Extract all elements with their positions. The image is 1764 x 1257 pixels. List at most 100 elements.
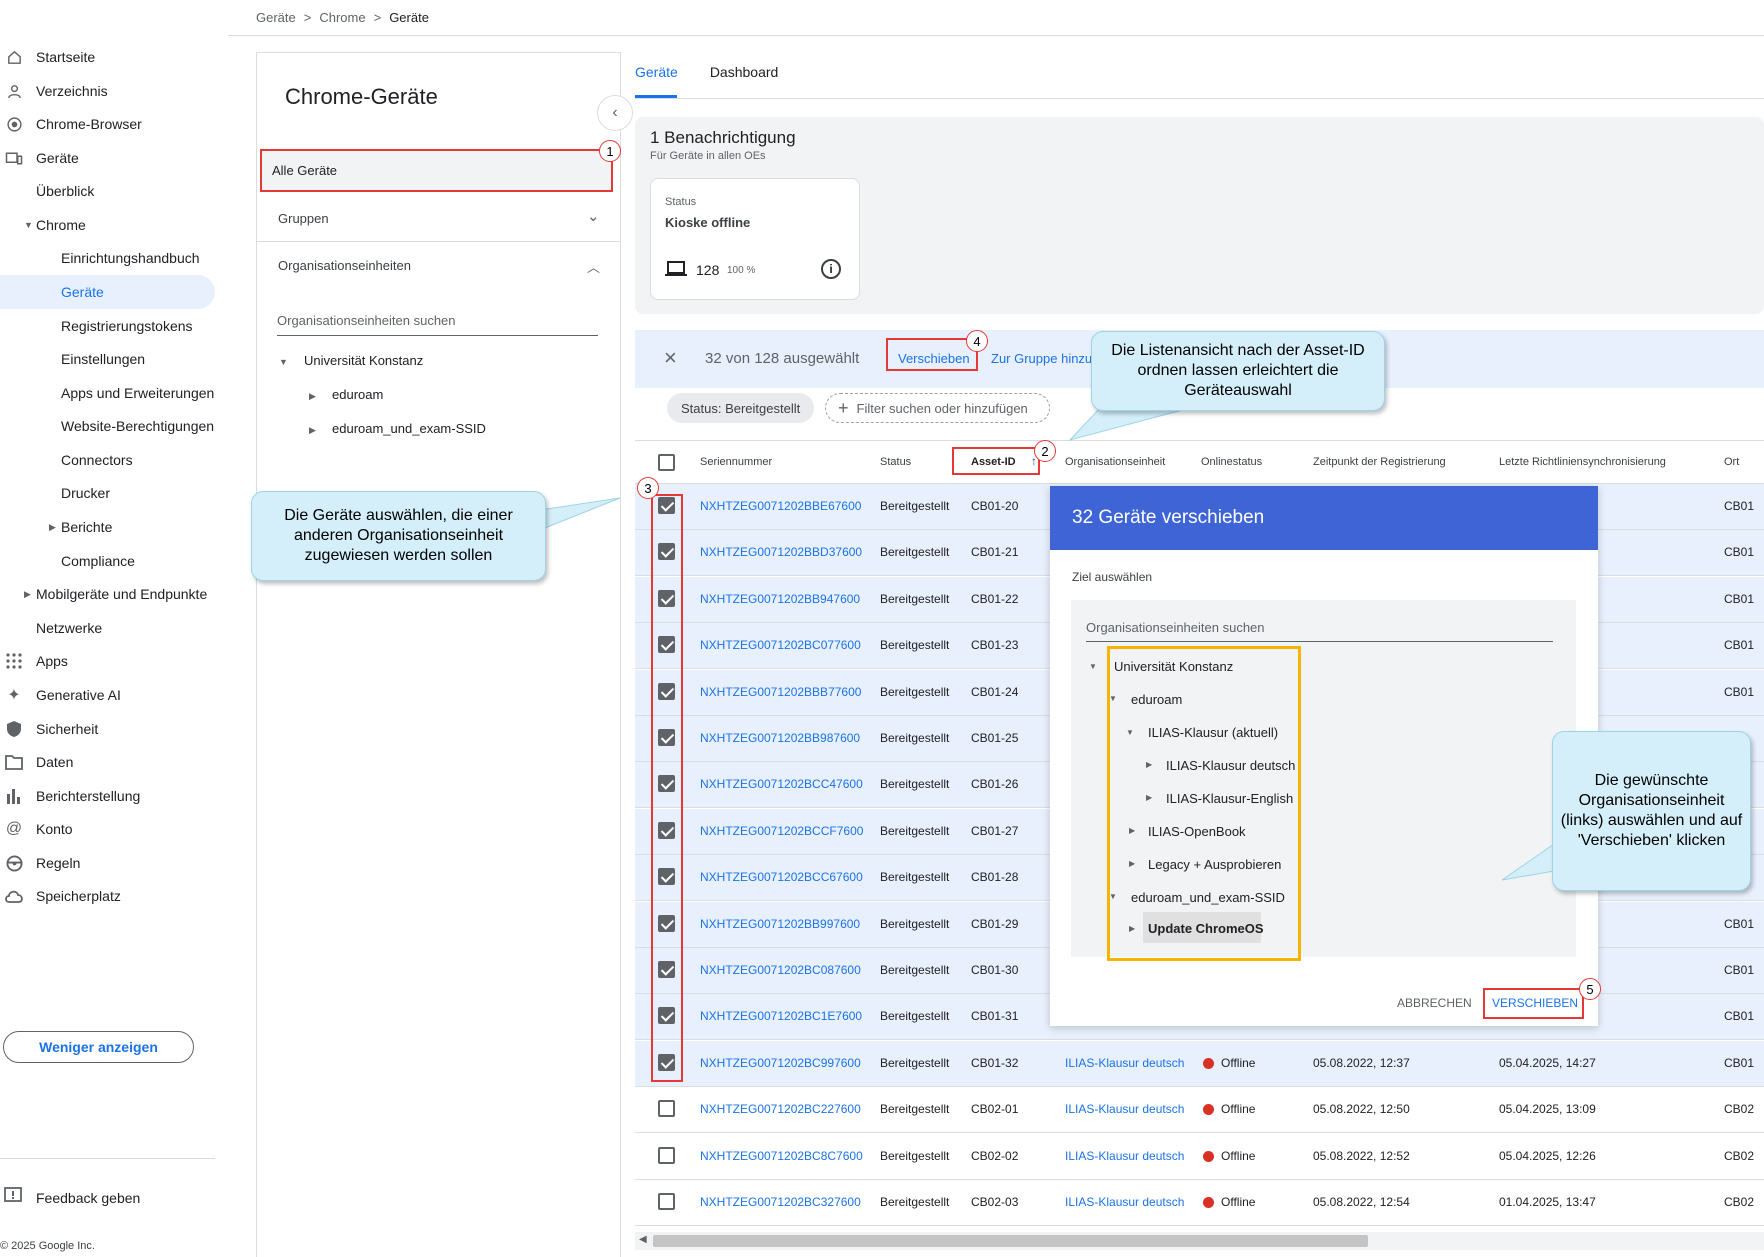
serial-number-link[interactable]: NXHTZEG0071202BC327600 — [700, 1195, 861, 1209]
nav-geraete-parent[interactable]: Geräte — [0, 141, 215, 175]
nav-mobilgeraete[interactable]: ▶ Mobilgeräte und Endpunkte — [0, 577, 215, 611]
ou-tree-root[interactable]: Universität Konstanz — [304, 353, 423, 368]
nav-sicherheit[interactable]: Sicherheit — [0, 712, 215, 746]
scrollbar-thumb[interactable] — [653, 1235, 1368, 1247]
close-icon[interactable]: × — [664, 345, 677, 371]
nav-konto[interactable]: @ Konto — [0, 812, 215, 846]
select-all-checkbox[interactable] — [658, 454, 675, 471]
table-row[interactable]: NXHTZEG0071202BC327600 Bereitgestellt CB02… — [635, 1180, 1764, 1226]
org-unit-link[interactable]: ILIAS-Klausur deutsch — [1065, 1056, 1184, 1070]
collapse-panel-button[interactable]: ‹ — [597, 95, 633, 131]
feedback-link[interactable]: Feedback geben — [0, 1180, 215, 1214]
org-unit-link[interactable]: ILIAS-Klausur deutsch — [1065, 1102, 1184, 1116]
row-checkbox[interactable] — [658, 1146, 675, 1164]
tab-geraete[interactable]: Geräte — [635, 64, 678, 80]
breadcrumb-item[interactable]: Geräte — [256, 10, 296, 25]
caret-down-icon[interactable]: ▼ — [1089, 662, 1097, 671]
serial-number-link[interactable]: NXHTZEG0071202BC077600 — [700, 638, 861, 652]
all-devices-item[interactable]: Alle Geräte — [260, 149, 613, 192]
row-checkbox[interactable] — [658, 1193, 675, 1210]
scroll-left-icon[interactable]: ◀ — [639, 1234, 647, 1245]
chevron-down-icon[interactable]: ⌄ — [587, 207, 600, 225]
breadcrumb-separator: > — [303, 10, 312, 25]
serial-number-link[interactable]: NXHTZEG0071202BC087600 — [700, 963, 861, 977]
serial-number-link[interactable]: NXHTZEG0071202BBE67600 — [700, 499, 861, 513]
col-registration-time[interactable]: Zeitpunkt der Registrierung — [1313, 456, 1446, 468]
groups-header[interactable]: Gruppen — [278, 211, 329, 226]
serial-number-link[interactable]: NXHTZEG0071202BB987600 — [700, 731, 860, 745]
row-checkbox[interactable] — [658, 1100, 675, 1118]
caret-down-icon[interactable]: ▼ — [279, 357, 288, 367]
table-row[interactable]: NXHTZEG0071202BC997600 Bereitgestellt CB01… — [635, 1040, 1764, 1087]
tab-dashboard[interactable]: Dashboard — [710, 64, 779, 80]
nav-verzeichnis[interactable]: Verzeichnis — [0, 74, 215, 108]
col-last-sync[interactable]: Letzte Richtliniensynchronisierung — [1499, 456, 1666, 468]
nav-connectors[interactable]: Connectors — [0, 443, 215, 477]
col-org-unit[interactable]: Organisationseinheit — [1065, 456, 1165, 468]
serial-number-link[interactable]: NXHTZEG0071202BC227600 — [700, 1102, 861, 1116]
nav-chrome[interactable]: ▼ Chrome — [0, 208, 215, 242]
nav-berichterstellung[interactable]: Berichterstellung — [0, 779, 215, 813]
nav-registrierungstokens[interactable]: Registrierungstokens — [0, 309, 215, 343]
nav-netzwerke[interactable]: Netzwerke — [0, 611, 215, 645]
nav-ueberblick[interactable]: Überblick — [0, 174, 215, 208]
serial-number-link[interactable]: NXHTZEG0071202BBB77600 — [700, 685, 861, 699]
breadcrumb-item[interactable]: Chrome — [319, 10, 365, 25]
serial-number-link[interactable]: NXHTZEG0071202BC997600 — [700, 1056, 861, 1070]
chevron-up-icon[interactable]: ︿ — [587, 257, 600, 276]
filter-input[interactable]: + Filter suchen oder hinzufügen — [825, 393, 1050, 423]
table-row[interactable]: NXHTZEG0071202BC8C7600 Bereitgestellt CB02… — [635, 1134, 1764, 1180]
registration-time-cell: 05.08.2022, 12:37 — [1313, 1055, 1410, 1070]
nav-generative-ai[interactable]: ✦ Generative AI — [0, 678, 215, 712]
serial-number-link[interactable]: NXHTZEG0071202BC1E7600 — [700, 1009, 862, 1023]
col-status[interactable]: Status — [880, 456, 911, 468]
org-unit-link[interactable]: ILIAS-Klausur deutsch — [1065, 1149, 1184, 1163]
ou-tree-item[interactable]: eduroam — [332, 387, 383, 402]
nav-einrichtungshandbuch[interactable]: Einrichtungshandbuch — [0, 241, 215, 275]
serial-number-link[interactable]: NXHTZEG0071202BB947600 — [700, 592, 860, 606]
serial-number-link[interactable]: NXHTZEG0071202BCC47600 — [700, 777, 863, 791]
nav-label: Registrierungstokens — [61, 318, 193, 334]
serial-number-link[interactable]: NXHTZEG0071202BC8C7600 — [700, 1149, 863, 1163]
nav-regeln[interactable]: Regeln — [0, 846, 215, 880]
ou-search-input[interactable]: Organisationseinheiten suchen — [277, 308, 598, 336]
show-less-button[interactable]: Weniger anzeigen — [3, 1031, 194, 1063]
status-filter-chip[interactable]: Status: Bereitgestellt — [667, 393, 815, 423]
table-row[interactable]: NXHTZEG0071202BC227600 Bereitgestellt CB02… — [635, 1087, 1764, 1134]
caret-right-icon[interactable]: ▶ — [309, 425, 316, 436]
nav-drucker[interactable]: Drucker — [0, 476, 215, 510]
add-to-group-button[interactable]: Zur Gruppe hinzu — [991, 351, 1092, 366]
info-icon[interactable]: i — [821, 259, 841, 279]
horizontal-scrollbar[interactable]: ◀ — [635, 1232, 1764, 1250]
org-unit-link[interactable]: ILIAS-Klausur deutsch — [1065, 1195, 1184, 1209]
serial-number-link[interactable]: NXHTZEG0071202BB997600 — [700, 917, 860, 931]
serial-number-link[interactable]: NXHTZEG0071202BCCF7600 — [700, 824, 863, 838]
caret-right-icon[interactable]: ▶ — [309, 391, 316, 402]
col-online-status[interactable]: Onlinestatus — [1201, 456, 1262, 468]
serial-number-link[interactable]: NXHTZEG0071202BBD37600 — [700, 545, 862, 559]
col-location[interactable]: Ort — [1724, 456, 1739, 468]
location-cell: CB02 — [1724, 1195, 1755, 1209]
dialog-ou-search-input[interactable]: Organisationseinheiten suchen — [1086, 620, 1553, 642]
nav-compliance[interactable]: Compliance — [0, 544, 215, 578]
nav-speicherplatz[interactable]: Speicherplatz — [0, 879, 215, 913]
nav-startseite[interactable]: Startseite — [0, 40, 215, 74]
status-card[interactable]: Status Kioske offline 128 100 % i — [650, 178, 860, 300]
nav-daten[interactable]: Daten — [0, 745, 215, 779]
nav-apps-erweiterungen[interactable]: Apps und Erweiterungen — [0, 376, 215, 410]
ou-tree-item[interactable]: eduroam_und_exam-SSID — [332, 421, 486, 436]
cancel-button[interactable]: ABBRECHEN — [1397, 996, 1472, 1010]
online-status-cell: Offline — [1221, 1148, 1256, 1163]
nav-berichte[interactable]: ▶ Berichte — [0, 510, 215, 544]
col-serial[interactable]: Seriennummer — [700, 456, 772, 468]
org-units-header[interactable]: Organisationseinheiten — [278, 258, 411, 273]
nav-chrome-browser[interactable]: Chrome-Browser — [0, 107, 215, 141]
bar-chart-icon — [4, 786, 24, 806]
nav-website-berechtigungen[interactable]: Website-Berechtigungen — [0, 409, 215, 443]
nav-apps[interactable]: Apps — [0, 644, 215, 678]
laptop-icon — [665, 261, 687, 282]
asset-id-cell: CB01-20 — [971, 499, 1019, 513]
nav-geraete-active[interactable]: Geräte — [0, 275, 215, 309]
serial-number-link[interactable]: NXHTZEG0071202BCC67600 — [700, 870, 863, 884]
nav-einstellungen[interactable]: Einstellungen — [0, 342, 215, 376]
